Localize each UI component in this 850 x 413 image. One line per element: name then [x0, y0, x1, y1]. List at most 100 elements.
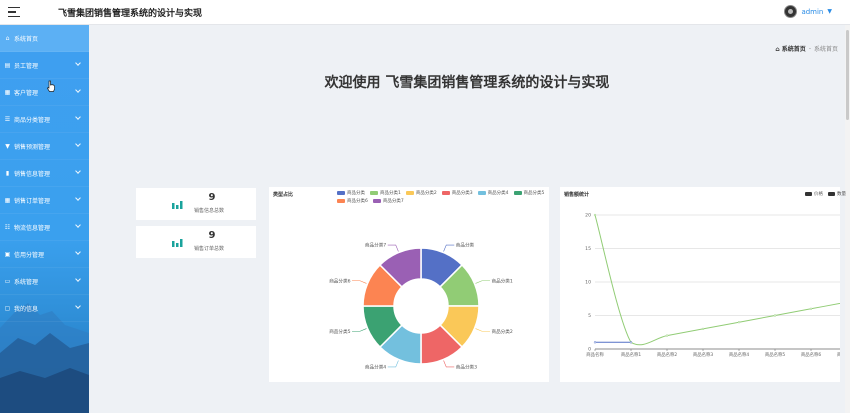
pie-label-line: [443, 244, 455, 252]
app-title: 飞雪集团销售管理系统的设计与实现: [58, 8, 203, 19]
chevron-down-icon: [75, 195, 81, 201]
chevron-down-icon: [75, 87, 81, 93]
sidebar-item[interactable]: ☷ 物流信息管理: [0, 214, 89, 241]
x-tick-label: 商品名称6: [801, 351, 822, 358]
home-icon: ⌂: [5, 34, 10, 42]
sidebar-menu: ⌂ 系统首页 ▤ 员工管理 ▦ 客户管理 ☰ 商品分类管理 ▼ 销售预测管理 ▮ 销售信息管理 ▦ 销售订…: [0, 25, 89, 322]
line-chart: 0 5 10 15 20 商品名称 商品名称1 商品名称2 商品名称3 商品名称4 商品名称5 商品名…: [585, 213, 840, 358]
chart-icon: ▮: [5, 169, 10, 177]
x-tick-label: 商品名称7: [837, 351, 840, 358]
sidebar-item[interactable]: ▣ 信用分管理: [0, 241, 89, 268]
sidebar-item[interactable]: ▢ 我的信息: [0, 295, 89, 322]
sidebar-item-label: 销售预测管理: [14, 143, 51, 151]
y-tick-label: 10: [585, 280, 591, 286]
pie-slice-label: 商品分类6: [329, 277, 350, 284]
line-point[interactable]: [665, 334, 669, 337]
user-card-icon: ▢: [4, 304, 11, 312]
chevron-down-icon: [75, 168, 81, 174]
grid-icon: ▦: [4, 196, 11, 204]
chevron-down-icon: [75, 114, 81, 120]
sidebar-item-label: 系统首页: [14, 35, 39, 43]
sidebar-item-label: 客户管理: [14, 89, 39, 97]
scrollbar-thumb[interactable]: [846, 30, 849, 120]
sidebar-item-label: 系统管理: [14, 278, 39, 286]
line-series[interactable]: [594, 214, 840, 346]
avatar[interactable]: [784, 5, 798, 18]
stat-card-sales-info: 9 销售信息总数: [136, 188, 256, 220]
grid-icon: ▦: [4, 88, 11, 96]
badge-icon: ▤: [4, 61, 11, 69]
pie-slice-label: 商品分类7: [365, 242, 386, 249]
sidebar-item[interactable]: ☰ 商品分类管理: [0, 106, 89, 133]
sidebar-item[interactable]: ⌂ 系统首页: [0, 25, 89, 52]
line-point[interactable]: [737, 321, 741, 324]
pie-slice-label: 商品分类4: [365, 364, 386, 371]
x-tick-label: 商品名称3: [693, 351, 714, 358]
sales-panel: 销售额统计 价格 数量 0 5 10 15 20 商品名称 商品名称1 商品名称2 商品名称3 商品…: [560, 187, 846, 382]
pie-slice-label: 商品分类5: [329, 328, 350, 335]
breadcrumb-home[interactable]: ⌂ 系统首页: [775, 44, 805, 53]
sidebar-item-label: 信用分管理: [14, 251, 45, 259]
type-share-panel: 类型占比 商品分类 商品分类1 商品分类2 商品分类3 商品分类4 商品分类5 商品分类6 商…: [269, 187, 549, 382]
pie-label-line: [352, 280, 367, 284]
x-tick-label: 商品名称5: [765, 351, 786, 358]
caret-down-icon[interactable]: ▼: [827, 8, 832, 15]
sidebar: ⌂ 系统首页 ▤ 员工管理 ▦ 客户管理 ☰ 商品分类管理 ▼ 销售预测管理 ▮ 销售信息管理 ▦ 销售订…: [0, 25, 89, 413]
user-menu[interactable]: admin ▼: [784, 5, 832, 18]
chevron-down-icon: [75, 249, 81, 255]
username[interactable]: admin: [801, 8, 823, 16]
x-tick-label: 商品名称: [586, 351, 604, 358]
sidebar-item[interactable]: ▦ 客户管理: [0, 79, 89, 106]
x-tick-label: 商品名称4: [729, 351, 750, 358]
pie-label-line: [475, 328, 490, 332]
welcome-heading: 欢迎使用 飞雪集团销售管理系统的设计与实现: [324, 75, 610, 91]
pie-label-line: [387, 360, 399, 368]
sidebar-item[interactable]: ▼ 销售预测管理: [0, 133, 89, 160]
chevron-down-icon: [75, 222, 81, 228]
chevron-down-icon: [75, 276, 81, 282]
line-point[interactable]: [593, 341, 597, 344]
sidebar-item[interactable]: ▭ 系统管理: [0, 268, 89, 295]
sidebar-item-label: 员工管理: [14, 62, 39, 70]
sidebar-item[interactable]: ▤ 员工管理: [0, 52, 89, 79]
stat-value: 9: [208, 230, 216, 241]
line-point[interactable]: [773, 314, 777, 317]
y-tick-label: 5: [588, 313, 591, 319]
pie-slice-label: 商品分类1: [491, 277, 512, 284]
bar-chart-icon: [172, 239, 183, 247]
stat-card-sales-orders: 9 销售订单总数: [136, 226, 256, 258]
line-point[interactable]: [701, 327, 705, 331]
sidebar-item-label: 销售订单管理: [14, 197, 51, 205]
hand-cursor-icon: [47, 80, 55, 92]
sidebar-item-label: 我的信息: [14, 305, 39, 313]
line-point[interactable]: [593, 213, 597, 217]
sidebar-item-label: 商品分类管理: [14, 116, 51, 124]
chevron-down-icon: [75, 303, 81, 309]
y-tick-label: 15: [585, 246, 591, 252]
pie-label-line: [443, 360, 455, 368]
sliders-icon: ☷: [4, 223, 11, 231]
stat-label: 销售信息总数: [194, 208, 225, 214]
pie-slice-label: 商品分类3: [456, 364, 477, 371]
chevron-down-icon: [75, 60, 81, 66]
sidebar-item[interactable]: ▦ 销售订单管理: [0, 187, 89, 214]
sidebar-item-label: 销售信息管理: [14, 170, 51, 178]
sidebar-item-label: 物流信息管理: [14, 224, 51, 232]
stat-label: 销售订单总数: [194, 246, 225, 252]
stat-value: 9: [208, 192, 216, 203]
x-tick-label: 商品名称1: [621, 351, 642, 358]
line-point[interactable]: [629, 341, 633, 344]
line-point[interactable]: [809, 307, 813, 310]
list-icon: ☰: [4, 115, 11, 123]
y-tick-label: 0: [588, 347, 591, 353]
breadcrumb-current: 系统首页: [813, 46, 838, 53]
breadcrumb-separator: -: [808, 45, 811, 52]
bar-chart-icon: [172, 201, 183, 209]
y-tick-label: 20: [585, 213, 591, 219]
monitor-icon: ▭: [4, 277, 11, 285]
menu-toggle-icon[interactable]: [8, 6, 20, 18]
pie-label-line: [475, 280, 490, 284]
sidebar-item[interactable]: ▮ 销售信息管理: [0, 160, 89, 187]
pie-label-line: [387, 244, 399, 252]
x-tick-label: 商品名称2: [657, 351, 678, 358]
